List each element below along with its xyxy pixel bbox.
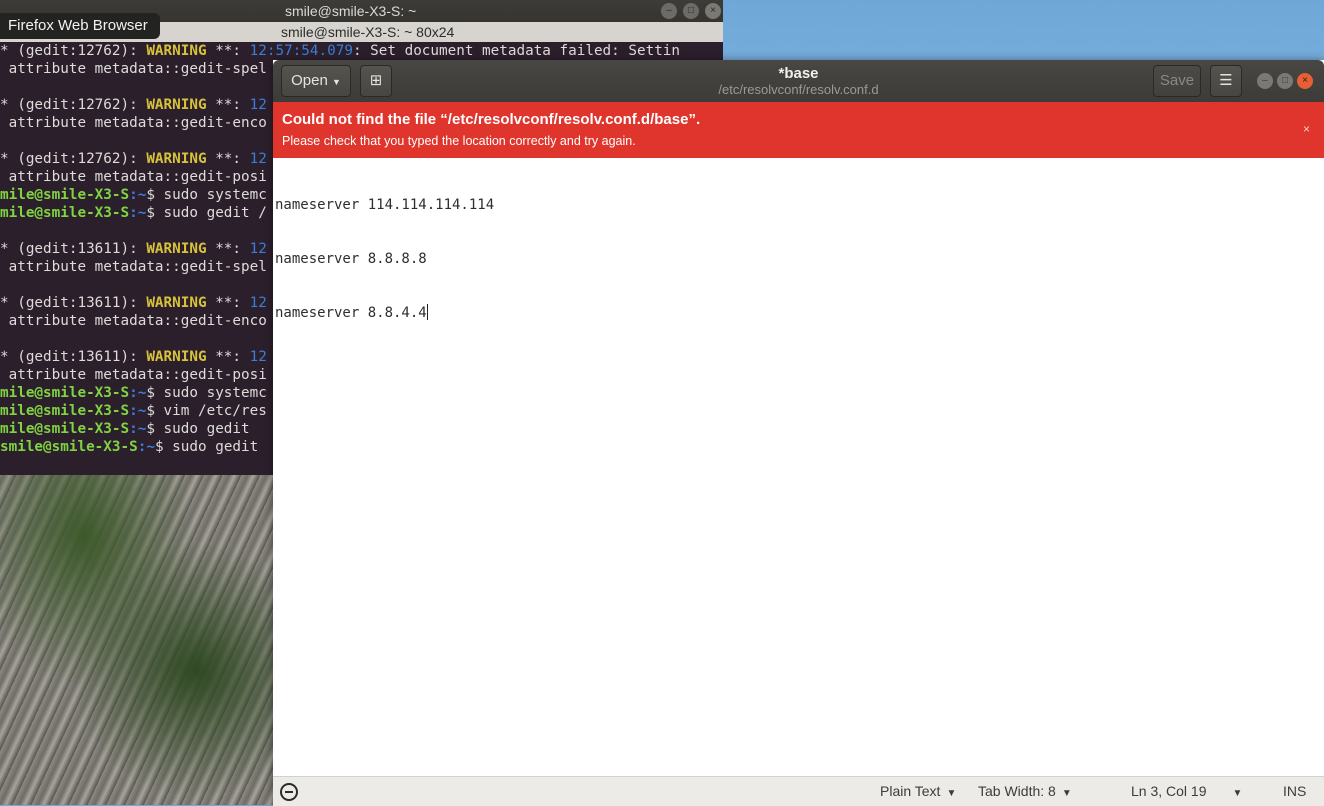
language-label: Plain Text — [880, 783, 941, 799]
infobar-close-icon[interactable]: × — [1303, 122, 1310, 136]
terminal-path: :~ — [129, 421, 147, 437]
terminal-mid: **: — [206, 151, 250, 167]
terminal-warn: WARNING — [146, 241, 207, 257]
close-icon[interactable]: × — [705, 3, 721, 19]
minimize-icon[interactable]: – — [661, 3, 677, 19]
language-selector[interactable]: Plain Text ▼ — [880, 782, 956, 803]
desktop-wallpaper — [0, 470, 280, 805]
terminal-path: :~ — [129, 385, 147, 401]
statusbar: Plain Text ▼ Tab Width: 8 ▼ Ln 3, Col 19 ▼ … — [273, 776, 1324, 806]
terminal-text: attribute metadata::gedit-enco — [0, 313, 267, 329]
terminal-path: :~ — [129, 403, 147, 419]
firefox-tooltip: Firefox Web Browser — [0, 13, 160, 39]
editor-line: nameserver 114.114.114.114 — [275, 197, 495, 213]
terminal-mid: **: — [206, 97, 250, 113]
terminal-text: attribute metadata::gedit-spel — [0, 259, 267, 275]
terminal-pre: * (gedit:12762): — [0, 43, 147, 59]
terminal-text: attribute metadata::gedit-posi — [0, 367, 267, 383]
terminal-title: smile@smile-X3-S: ~ — [285, 3, 417, 19]
terminal-size-label: smile@smile-X3-S: ~ 80x24 — [281, 24, 455, 40]
terminal-cmd: $ sudo gedit — [146, 421, 250, 437]
tab-width-label: Tab Width: 8 — [978, 783, 1056, 799]
terminal-path: :~ — [129, 187, 147, 203]
gedit-headerbar[interactable]: Open ▼ ⊞ *base /etc/resolvconf/resolv.co… — [273, 60, 1324, 102]
maximize-icon[interactable]: □ — [683, 3, 699, 19]
terminal-text: attribute metadata::gedit-enco — [0, 115, 267, 131]
error-message: Please check that you typed the location… — [282, 134, 636, 148]
terminal-user: mile@smile-X3-S — [0, 187, 130, 203]
terminal-mid: **: — [206, 43, 250, 59]
hamburger-menu-button[interactable]: ☰ — [1210, 65, 1242, 97]
cursor-position-label: Ln 3, Col 19 — [1131, 783, 1207, 799]
error-infobar: Could not find the file “/etc/resolvconf… — [273, 102, 1324, 158]
close-icon[interactable]: × — [1297, 73, 1313, 89]
terminal-warn: WARNING — [146, 349, 207, 365]
terminal-warn: WARNING — [146, 151, 207, 167]
terminal-pre: * (gedit:13611): — [0, 295, 147, 311]
terminal-cmd: $ vim /etc/res — [146, 403, 267, 419]
terminal-time: 12 — [249, 349, 267, 365]
error-title: Could not find the file “/etc/resolvconf… — [282, 111, 701, 128]
cursor-position-selector[interactable]: Ln 3, Col 19 ▼ — [1131, 782, 1242, 803]
text-cursor — [426, 304, 428, 320]
chevron-down-icon: ▼ — [946, 788, 957, 799]
sidebar-toggle-icon[interactable] — [280, 783, 298, 801]
terminal-time: 12 — [249, 241, 267, 257]
terminal-cmd: $ sudo systemc — [146, 187, 267, 203]
hamburger-menu-icon: ☰ — [1219, 72, 1233, 89]
terminal-mid: **: — [206, 241, 250, 257]
terminal-time: 12 — [249, 151, 267, 167]
terminal-mid: **: — [206, 295, 250, 311]
terminal-pre: * (gedit:12762): — [0, 151, 147, 167]
gedit-window[interactable]: Open ▼ ⊞ *base /etc/resolvconf/resolv.co… — [273, 60, 1324, 806]
maximize-icon[interactable]: □ — [1277, 73, 1293, 89]
terminal-rest: : Set document metadata failed: Settin — [352, 43, 681, 59]
terminal-user: mile@smile-X3-S — [0, 421, 130, 437]
terminal-line: * (gedit:12762): WARNING **: 12:57:54.07… — [0, 42, 723, 60]
terminal-time: 12 — [249, 295, 267, 311]
terminal-cmd: $ sudo gedit — [154, 439, 259, 455]
terminal-user: mile@smile-X3-S — [0, 403, 130, 419]
editor-line: nameserver 8.8.4.4 — [275, 304, 1322, 322]
tab-width-selector[interactable]: Tab Width: 8 ▼ — [978, 782, 1072, 803]
terminal-warn: WARNING — [146, 43, 207, 59]
save-button[interactable]: Save — [1153, 65, 1201, 97]
editor-line-text: nameserver 8.8.4.4 — [275, 305, 427, 321]
terminal-time: 12 — [249, 97, 267, 113]
terminal-path: :~ — [137, 439, 155, 455]
terminal-cmd: $ sudo gedit / — [146, 205, 267, 221]
text-editor[interactable]: nameserver 114.114.114.114 nameserver 8.… — [275, 160, 1322, 774]
terminal-time: 12:57:54.079 — [249, 43, 353, 59]
editor-line: nameserver 8.8.8.8 — [275, 251, 427, 267]
minimize-icon[interactable]: – — [1257, 73, 1273, 89]
insert-mode-indicator[interactable]: INS — [1283, 782, 1306, 800]
terminal-user: mile@smile-X3-S — [0, 205, 130, 221]
terminal-path: :~ — [129, 205, 147, 221]
chevron-down-icon: ▼ — [1061, 788, 1072, 799]
terminal-pre: * (gedit:13611): — [0, 241, 147, 257]
terminal-text: attribute metadata::gedit-spel — [0, 61, 267, 77]
chevron-down-icon: ▼ — [1232, 788, 1243, 799]
terminal-user: mile@smile-X3-S — [0, 385, 130, 401]
terminal-mid: **: — [206, 349, 250, 365]
terminal-user: smile@smile-X3-S — [0, 439, 138, 455]
terminal-warn: WARNING — [146, 295, 207, 311]
terminal-warn: WARNING — [146, 97, 207, 113]
terminal-pre: * (gedit:12762): — [0, 97, 147, 113]
terminal-cmd: $ sudo systemc — [146, 385, 267, 401]
terminal-text: attribute metadata::gedit-posi — [0, 169, 267, 185]
terminal-pre: * (gedit:13611): — [0, 349, 147, 365]
